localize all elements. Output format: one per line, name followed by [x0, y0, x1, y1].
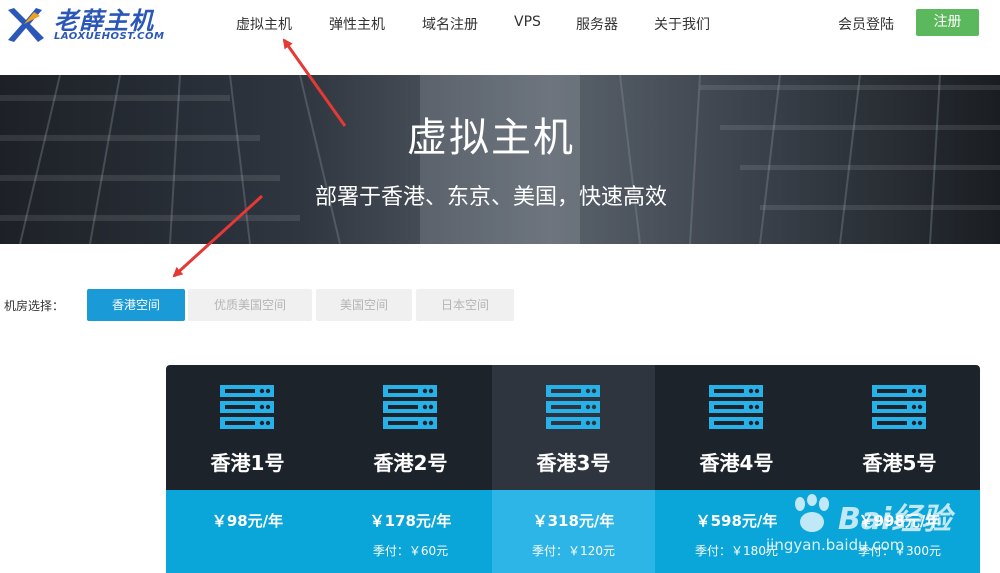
server-icon — [546, 385, 600, 429]
nav-item-domain-register[interactable]: 域名注册 — [422, 14, 478, 34]
banner-title: 虚拟主机 — [407, 115, 575, 161]
region-tab-premium-us[interactable]: 优质美国空间 — [188, 289, 312, 321]
plan-price-area: ￥178元/年 季付：￥60元 — [329, 490, 492, 573]
region-tab-hongkong[interactable]: 香港空间 — [87, 289, 185, 321]
plan-price: ￥178元/年 — [369, 512, 452, 530]
plan-quarterly-price: 季付：￥120元 — [532, 544, 615, 558]
plan-quarterly-price: 季付：￥300元 — [858, 544, 941, 558]
plan-quarterly-price: 季付：￥180元 — [695, 544, 778, 558]
plan-price: ￥318元/年 — [532, 512, 615, 530]
plan-price: ￥598元/年 — [695, 512, 778, 530]
login-link[interactable]: 会员登陆 — [838, 14, 894, 34]
plan-header: 香港5号 — [818, 365, 980, 490]
server-icon — [872, 385, 926, 429]
plan-quarterly-price: 季付：￥60元 — [372, 544, 449, 558]
nav-item-about-us[interactable]: 关于我们 — [654, 14, 710, 34]
logo-x-icon — [8, 8, 44, 42]
nav-item-vps[interactable]: VPS — [514, 14, 541, 30]
plan-header: 香港3号 — [492, 365, 655, 490]
site-header: 老薛主机 LAOXUEHOST.COM 虚拟主机 弹性主机 域名注册 VPS 服… — [0, 0, 1000, 75]
plan-header: 香港1号 — [166, 365, 329, 490]
plan-price-area: ￥598元/年 季付：￥180元 — [655, 490, 818, 573]
server-icon — [383, 385, 437, 429]
plan-card[interactable]: 香港1号 ￥98元/年 — [166, 365, 329, 573]
plan-card[interactable]: 香港3号 ￥318元/年 季付：￥120元 — [492, 365, 655, 573]
register-button[interactable]: 注册 — [916, 9, 979, 36]
plan-card[interactable]: 香港4号 ￥598元/年 季付：￥180元 — [655, 365, 818, 573]
plan-name: 香港2号 — [373, 451, 448, 475]
logo-subtitle: LAOXUEHOST.COM — [54, 31, 165, 42]
plan-name: 香港3号 — [536, 451, 611, 475]
plan-price: ￥98元/年 — [211, 512, 284, 530]
plan-header: 香港4号 — [655, 365, 818, 490]
plan-price: ￥998元/年 — [858, 512, 941, 530]
banner-subtitle: 部署于香港、东京、美国，快速高效 — [314, 185, 667, 210]
nav-item-elastic-host[interactable]: 弹性主机 — [329, 14, 385, 34]
plan-name: 香港1号 — [210, 451, 285, 475]
region-select-label: 机房选择： — [4, 299, 65, 313]
plan-card[interactable]: 香港5号 ￥998元/年 季付：￥300元 — [818, 365, 980, 573]
server-icon — [220, 385, 274, 429]
plan-price-area: ￥318元/年 季付：￥120元 — [492, 490, 655, 573]
plan-card[interactable]: 香港2号 ￥178元/年 季付：￥60元 — [329, 365, 492, 573]
hero-banner: 虚拟主机 部署于香港、东京、美国，快速高效 — [0, 75, 1000, 244]
nav-item-virtual-host[interactable]: 虚拟主机 — [236, 14, 292, 34]
region-tab-us[interactable]: 美国空间 — [316, 289, 412, 321]
plan-price-area: ￥998元/年 季付：￥300元 — [818, 490, 980, 573]
plan-list: 香港1号 ￥98元/年 香港2号 ￥178元/年 季付：￥60元 香港3号 ￥3… — [166, 365, 980, 573]
server-icon — [709, 385, 763, 429]
plan-price-area: ￥98元/年 — [166, 490, 329, 573]
region-tab-japan[interactable]: 日本空间 — [416, 289, 514, 321]
nav-item-server[interactable]: 服务器 — [576, 14, 618, 34]
plan-header: 香港2号 — [329, 365, 492, 490]
plan-name: 香港5号 — [862, 451, 937, 475]
site-logo[interactable]: 老薛主机 LAOXUEHOST.COM — [4, 0, 174, 52]
plan-name: 香港4号 — [699, 451, 774, 475]
